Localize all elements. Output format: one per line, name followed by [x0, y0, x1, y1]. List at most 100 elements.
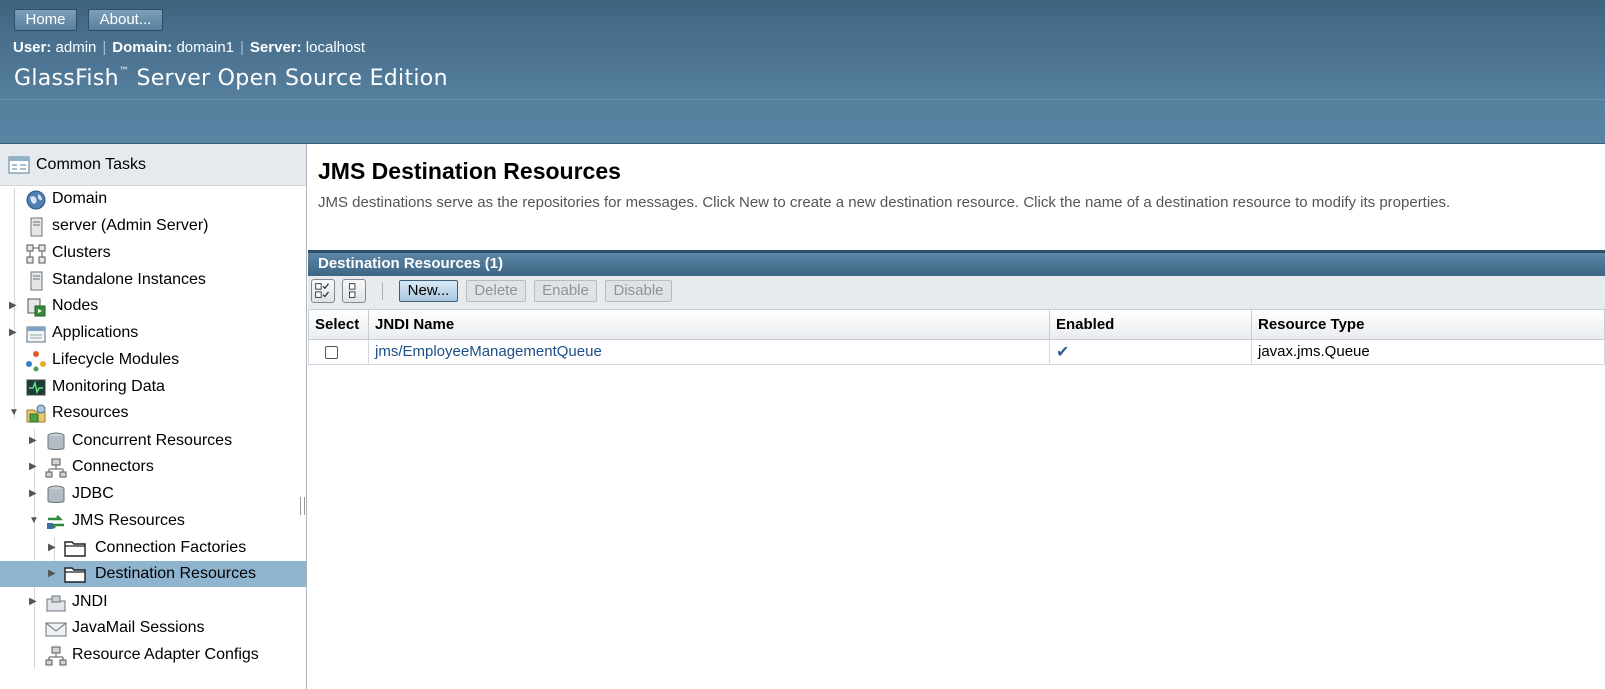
expand-arrow-icon[interactable]: ▶	[9, 301, 19, 311]
enable-button[interactable]: Enable	[534, 280, 597, 302]
expand-arrow-icon[interactable]: ▶	[29, 489, 39, 499]
tree-label: Nodes	[52, 297, 99, 314]
select-all-icon	[315, 283, 330, 298]
tree-item-concurrent-resources[interactable]: ▶ Concurrent Resources	[0, 428, 306, 454]
jndi-name-cell: jms/EmployeeManagementQueue	[368, 338, 1050, 365]
mail-icon	[45, 622, 67, 637]
common-tasks-header[interactable]: Common Tasks	[0, 144, 306, 186]
expand-arrow-icon[interactable]: ▶	[29, 597, 39, 607]
common-tasks-label: Common Tasks	[36, 155, 146, 173]
masthead: Home About... User: admin | Domain: domain…	[0, 0, 1605, 144]
server-icon	[30, 217, 43, 237]
product-name: GlassFish	[14, 66, 119, 91]
tree-label: Resource Adapter Configs	[72, 646, 259, 663]
tree-label: JavaMail Sessions	[72, 619, 205, 636]
column-header-jndi-name[interactable]: JNDI Name	[368, 310, 1050, 340]
user-info-bar: User: admin | Domain: domain1 | Server: loca…	[13, 39, 365, 56]
delete-button[interactable]: Delete	[466, 280, 526, 302]
tree-item-server[interactable]: server (Admin Server)	[0, 213, 306, 239]
tree-item-standalone-instances[interactable]: Standalone Instances	[0, 267, 306, 293]
page-title: JMS Destination Resources	[318, 158, 621, 184]
table-row: jms/EmployeeManagementQueue ✔ javax.jms.…	[308, 338, 1605, 365]
tree-item-clusters[interactable]: Clusters	[0, 240, 306, 266]
row-select-checkbox[interactable]	[325, 345, 338, 359]
tree-item-javamail-sessions[interactable]: JavaMail Sessions	[0, 615, 306, 641]
common-tasks-icon	[8, 156, 30, 173]
tree-label: JDBC	[72, 485, 114, 502]
folder-icon	[64, 541, 86, 557]
server-icon	[30, 271, 43, 291]
expand-arrow-icon[interactable]: ▶	[29, 436, 39, 446]
navigation-tree: Common Tasks Domain server (Admin Server…	[0, 144, 307, 689]
tree-label: Destination Resources	[95, 565, 256, 582]
tree-item-destination-resources[interactable]: ▶ Destination Resources	[0, 561, 306, 587]
monitor-icon	[26, 379, 46, 396]
connector-icon	[45, 646, 67, 666]
collapse-arrow-icon[interactable]: ▼	[9, 408, 19, 418]
tree-item-jdbc[interactable]: ▶ JDBC	[0, 481, 306, 507]
globe-icon	[26, 190, 46, 210]
enabled-check-icon: ✔	[1056, 343, 1070, 361]
select-cell	[308, 338, 369, 365]
tree-item-connection-factories[interactable]: ▶ Connection Factories	[0, 535, 306, 561]
domain-label: Domain:	[112, 39, 173, 56]
jndi-icon	[46, 595, 66, 612]
table-title: Destination Resources (1)	[308, 250, 1605, 276]
tree-item-jms-resources[interactable]: ▼ JMS Resources	[0, 508, 306, 534]
user-value: admin	[55, 39, 97, 56]
table-toolbar: New... Delete Enable Disable	[308, 276, 1605, 310]
cluster-icon	[26, 244, 46, 264]
user-label: User:	[13, 39, 52, 56]
tree-item-resource-adapter-configs[interactable]: Resource Adapter Configs	[0, 642, 306, 668]
jndi-name-link[interactable]: jms/EmployeeManagementQueue	[375, 343, 602, 360]
server-label: Server:	[249, 39, 302, 56]
tree-item-applications[interactable]: ▶ Applications	[0, 320, 306, 346]
tree-item-jndi[interactable]: ▶ JNDI	[0, 589, 306, 615]
product-title: GlassFish™ Server Open Source Edition	[14, 66, 448, 91]
tree-item-monitoring-data[interactable]: Monitoring Data	[0, 374, 306, 400]
tree-item-domain[interactable]: Domain	[0, 186, 306, 212]
column-header-select[interactable]: Select	[308, 310, 369, 340]
resources-icon	[26, 404, 46, 423]
page-help-text: JMS destinations serve as the repositori…	[318, 194, 1451, 211]
expand-arrow-icon[interactable]: ▶	[29, 462, 39, 472]
select-all-button[interactable]	[311, 279, 335, 303]
deselect-all-button[interactable]	[342, 279, 366, 303]
tree-label: Standalone Instances	[52, 271, 206, 288]
database-icon	[47, 432, 65, 450]
server-value: localhost	[305, 39, 365, 56]
nodes-icon	[27, 298, 46, 317]
tree-item-resources[interactable]: ▼ Resources	[0, 400, 306, 426]
home-button[interactable]: Home	[14, 9, 77, 31]
tree-label: Monitoring Data	[52, 378, 165, 395]
product-suffix: Server Open Source Edition	[129, 66, 448, 91]
new-button[interactable]: New...	[399, 280, 458, 302]
expand-arrow-icon[interactable]: ▶	[48, 569, 58, 579]
column-header-resource-type[interactable]: Resource Type	[1251, 310, 1605, 340]
applications-icon	[26, 326, 46, 343]
tree-label: Lifecycle Modules	[52, 351, 180, 368]
collapse-arrow-icon[interactable]: ▼	[29, 516, 39, 526]
tree-label: Domain	[52, 190, 108, 207]
destination-resources-table: Select JNDI Name Enabled Resource Type j…	[308, 310, 1605, 365]
tree-label: Connection Factories	[95, 539, 247, 556]
pane-resize-handle[interactable]	[300, 497, 305, 515]
column-header-enabled[interactable]: Enabled	[1049, 310, 1252, 340]
disable-button[interactable]: Disable	[605, 280, 672, 302]
folder-icon	[64, 567, 86, 583]
connector-icon	[45, 458, 67, 478]
domain-value: domain1	[176, 39, 235, 56]
expand-arrow-icon[interactable]: ▶	[48, 543, 58, 553]
tree-label: JNDI	[72, 593, 108, 610]
resource-type-cell: javax.jms.Queue	[1251, 338, 1605, 365]
trademark-sign: ™	[118, 66, 130, 77]
expand-arrow-icon[interactable]: ▶	[9, 328, 19, 338]
tree-item-lifecycle-modules[interactable]: Lifecycle Modules	[0, 347, 306, 373]
tree-label: Applications	[52, 324, 139, 341]
tree-item-connectors[interactable]: ▶ Connectors	[0, 454, 306, 480]
enabled-cell: ✔	[1049, 338, 1252, 365]
about-button[interactable]: About...	[88, 9, 163, 31]
tree-item-nodes[interactable]: ▶ Nodes	[0, 293, 306, 319]
tree-label: JMS Resources	[72, 512, 185, 529]
lifecycle-icon	[26, 351, 46, 372]
